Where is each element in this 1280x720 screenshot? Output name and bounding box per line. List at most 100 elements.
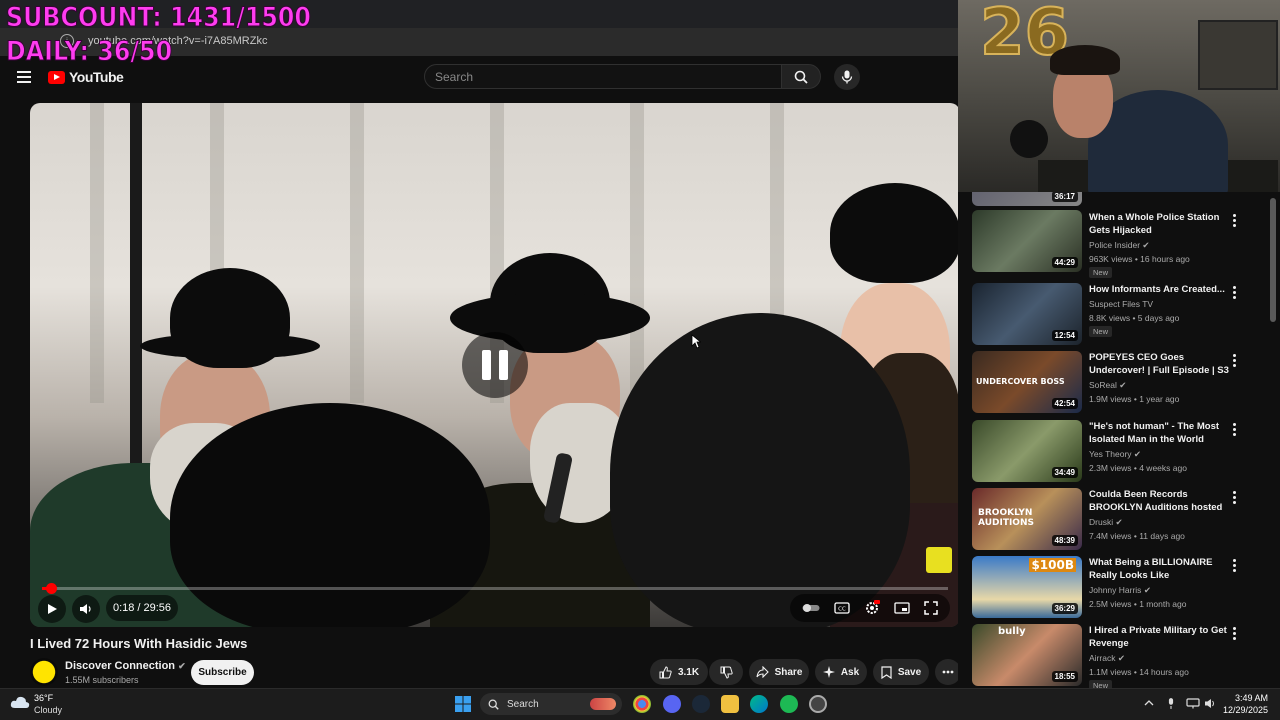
rec-duration: 36:29 [1051, 603, 1078, 614]
rec-title[interactable]: "He's not human" - The Most Isolated Man… [1089, 420, 1231, 446]
rec-thumbnail[interactable]: 34:49 [972, 420, 1082, 482]
volume-button[interactable] [72, 595, 100, 623]
channel-watermark[interactable] [926, 547, 952, 573]
share-button[interactable]: Share [749, 659, 809, 685]
rec-title[interactable]: How Informants Are Created... [1089, 283, 1231, 296]
rec-title[interactable]: POPEYES CEO Goes Undercover! | Full Epis… [1089, 351, 1231, 377]
wall-frame [1198, 20, 1278, 90]
rec-thumbnail[interactable]: UNDERCOVER BOSS 42:54 [972, 351, 1082, 413]
channel-avatar[interactable] [30, 658, 58, 686]
search-button[interactable] [781, 64, 821, 89]
search-input[interactable]: Search [424, 64, 782, 89]
rec-thumbnail[interactable]: 36:17 [972, 192, 1082, 206]
menu-icon[interactable] [17, 71, 31, 83]
rec-title[interactable]: What Being a BILLIONAIRE Really Looks Li… [1089, 556, 1231, 582]
progress-scrubber[interactable] [46, 583, 57, 594]
save-button[interactable]: Save [873, 659, 929, 685]
play-button[interactable] [38, 595, 66, 623]
weather-desc[interactable]: Cloudy [34, 705, 62, 715]
rec-channel[interactable]: Druski ✔ [1089, 517, 1123, 528]
miniplayer-icon[interactable] [894, 602, 910, 614]
pause-indicator[interactable] [462, 332, 528, 398]
verified-icon: ✔ [1133, 449, 1142, 459]
volume-icon [80, 604, 91, 614]
rec-thumbnail[interactable]: BROOKLYN AUDITIONS 48:39 [972, 488, 1082, 550]
thumb-text: UNDERCOVER BOSS [976, 377, 1065, 386]
rec-meta: 1.1M views • 14 hours ago [1089, 667, 1189, 677]
channel-name-text[interactable]: Discover Connection [65, 660, 175, 672]
steam-icon[interactable] [692, 695, 710, 713]
sidebar-scrollbar[interactable] [1270, 198, 1276, 322]
progress-bar[interactable] [42, 587, 948, 590]
time-separator: / [137, 602, 141, 614]
ask-button[interactable]: Ask [815, 659, 867, 685]
microphone-icon[interactable] [1166, 697, 1176, 710]
rec-duration: 36:17 [1051, 192, 1078, 202]
curtain-fold [90, 103, 104, 403]
spotify-icon[interactable] [780, 695, 798, 713]
dislike-button[interactable] [709, 659, 743, 685]
autoplay-toggle-icon[interactable] [802, 603, 820, 613]
bookmark-icon [881, 665, 892, 679]
obs-icon[interactable] [809, 695, 827, 713]
rec-thumbnail[interactable]: $100B 36:29 [972, 556, 1082, 618]
rec-duration: 12:54 [1051, 330, 1078, 341]
discord-icon[interactable] [663, 695, 681, 713]
more-vertical-icon[interactable] [1232, 286, 1236, 299]
channel-name[interactable]: Discover Connection ✔ [65, 660, 186, 672]
rec-channel[interactable]: Suspect Files TV [1089, 299, 1153, 309]
clock-date[interactable]: 12/29/2025 [1220, 705, 1268, 715]
file-explorer-icon[interactable] [721, 695, 739, 713]
search-icon [488, 699, 499, 710]
more-vertical-icon[interactable] [1232, 214, 1236, 227]
rec-title[interactable]: When a Whole Police Station Gets Hijacke… [1089, 211, 1231, 237]
pause-icon [482, 350, 491, 380]
more-vertical-icon[interactable] [1232, 354, 1236, 367]
network-icon[interactable] [1186, 698, 1200, 709]
rec-channel[interactable]: Yes Theory ✔ [1089, 449, 1141, 460]
rec-channel[interactable]: Airrack ✔ [1089, 653, 1125, 664]
windows-start-icon[interactable] [455, 696, 471, 712]
verified-icon: ✔ [1117, 653, 1125, 663]
rec-thumbnail[interactable]: bully 18:55 [972, 624, 1082, 686]
chrome-icon[interactable] [633, 695, 651, 713]
rec-meta: 2.5M views • 1 month ago [1089, 599, 1187, 609]
more-vertical-icon[interactable] [1232, 423, 1236, 436]
rec-channel[interactable]: Police Insider ✔ [1089, 240, 1150, 251]
player-right-controls: CC [790, 594, 950, 622]
speaker-icon[interactable] [1204, 698, 1216, 709]
rec-title[interactable]: I Hired a Private Military to Get Reveng… [1089, 624, 1231, 650]
more-vertical-icon[interactable] [1232, 491, 1236, 504]
rec-channel[interactable]: Johnny Harris ✔ [1089, 585, 1151, 596]
rec-duration: 48:39 [1051, 535, 1078, 546]
streamer-webcam: 26 [958, 0, 1280, 192]
rec-thumbnail[interactable]: 12:54 [972, 283, 1082, 345]
clock-time[interactable]: 3:49 AM [1232, 693, 1268, 703]
taskbar-search[interactable]: Search [480, 693, 622, 715]
more-horizontal-icon [942, 670, 954, 674]
play-icon [48, 604, 57, 614]
foreground-hat [170, 403, 490, 627]
rec-title[interactable]: Coulda Been Records BROOKLYN Auditions h… [1089, 488, 1231, 514]
youtube-logo[interactable]: YouTube [48, 69, 124, 85]
chevron-up-icon[interactable] [1144, 699, 1154, 707]
rec-channel[interactable]: SoReal ✔ [1089, 380, 1126, 391]
microphone-icon [841, 70, 853, 84]
thumb-text: $100B [1029, 558, 1076, 572]
voice-search-button[interactable] [834, 64, 860, 90]
edge-icon[interactable] [750, 695, 768, 713]
ask-label: Ask [840, 666, 860, 678]
more-vertical-icon[interactable] [1232, 559, 1236, 572]
thumbs-up-icon [659, 665, 672, 678]
like-button[interactable]: 3.1K [650, 659, 708, 685]
rec-thumbnail[interactable]: 44:29 [972, 210, 1082, 272]
subscribe-button[interactable]: Subscribe [191, 660, 254, 685]
new-badge: New [1089, 326, 1113, 337]
subcount-overlay: SUBCOUNT: 1431/1500 [6, 2, 312, 34]
captions-icon[interactable]: CC [834, 602, 850, 614]
fullscreen-icon[interactable] [924, 601, 938, 615]
more-vertical-icon[interactable] [1232, 627, 1236, 640]
hat-brim [140, 333, 320, 359]
weather-temp[interactable]: 36°F [34, 693, 53, 703]
settings-gear-icon[interactable] [864, 600, 880, 616]
